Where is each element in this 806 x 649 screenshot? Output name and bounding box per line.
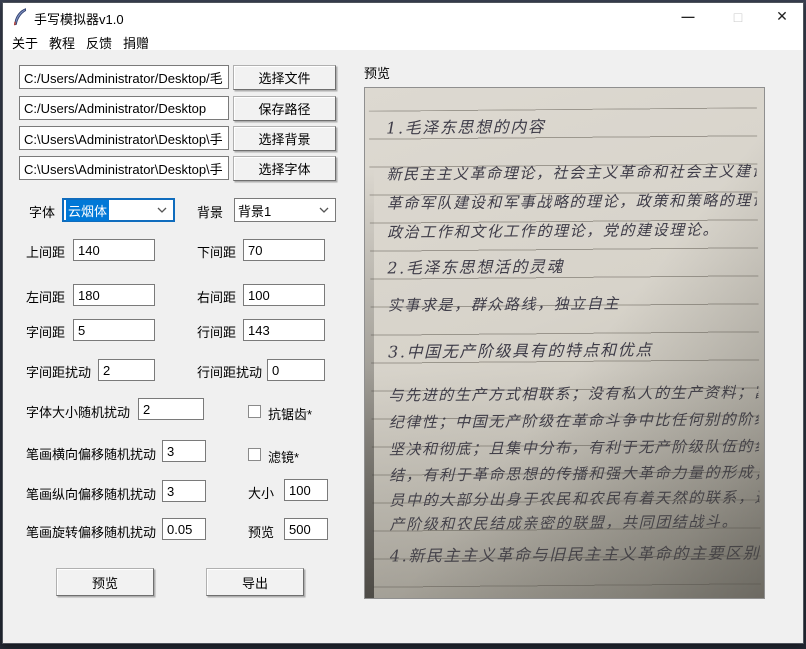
font-select-value: 云烟体 [66,200,109,221]
stroke-rot-jitter-input[interactable] [162,518,206,540]
handwriting-line: 坚决和彻底；且集中分布，有利于无产阶级队伍的组织和团 [389,435,759,459]
right-margin-label: 右间距 [197,287,236,306]
stroke-h-jitter-input[interactable] [162,440,206,462]
bottom-margin-label: 下间距 [197,242,236,261]
handwriting-line: 员中的大部分出身于农民和农民有着天然的联系，这便使无 [389,486,759,510]
handwriting-line: 政治工作和文化工作的理论，党的建设理论。 [387,218,757,242]
close-button[interactable]: ✕ [761,3,803,30]
minimize-button[interactable]: — [667,3,709,30]
char-spacing-input[interactable] [73,319,155,341]
filter-label: 滤镜* [268,447,299,466]
bottom-margin-input[interactable] [243,239,325,261]
chevron-down-icon [319,207,329,213]
handwriting-line: 与先进的生产方式相联系；没有私人的生产资料；富于组织 [388,381,758,405]
line-spacing-input[interactable] [243,319,325,341]
size-input[interactable] [284,479,328,501]
font-file-input[interactable] [19,156,229,180]
char-spacing-label: 字间距 [26,322,65,341]
line-spacing-jitter-label: 行间距扰动 [197,362,262,381]
chevron-down-icon [157,207,167,213]
top-margin-label: 上间距 [26,242,65,261]
maximize-button[interactable]: □ [717,3,759,30]
handwriting-line: 新民主主义革命理论，社会主义革命和社会主义建设理论， [386,160,756,184]
line-spacing-label: 行间距 [197,322,236,341]
handwriting-line: 1.毛泽东思想的内容 [386,111,756,138]
photo-shadow-left [365,168,374,598]
background-select-value: 背景1 [238,201,271,220]
handwriting-line: 产阶级和农民结成亲密的联盟，共同团结战斗。 [389,510,759,534]
font-label: 字体 [29,202,55,221]
client-area: 选择文件 保存路径 选择背景 选择字体 字体 云烟体 背景 背景1 上间距 下间… [3,50,803,643]
font-select[interactable]: 云烟体 [62,198,175,222]
app-window: 手写模拟器v1.0 — □ ✕ 关于 教程 反馈 捐赠 选择文件 保存路径 选择… [2,2,804,644]
line-spacing-jitter-input[interactable] [267,359,325,381]
background-select[interactable]: 背景1 [234,198,336,222]
handwriting-layer: 1.毛泽东思想的内容 新民主主义革命理论，社会主义革命和社会主义建设理论， 革命… [364,87,765,599]
handwriting-line: 3.中国无产阶级具有的特点和优点 [388,335,758,362]
preview-panel-label: 预览 [364,63,390,82]
handwriting-line: 2.毛泽东思想活的灵魂 [387,251,757,278]
font-size-jitter-label: 字体大小随机扰动 [26,402,130,421]
top-margin-input[interactable] [73,239,155,261]
antialias-checkbox[interactable] [248,405,261,418]
menu-bar: 关于 教程 反馈 捐赠 [3,30,803,50]
handwriting-line: 实事求是，群众路线，独立自主 [388,291,758,315]
save-path-button[interactable]: 保存路径 [233,96,336,121]
antialias-label: 抗锯齿* [268,404,312,423]
background-file-input[interactable] [19,126,229,150]
stroke-v-jitter-label: 笔画纵向偏移随机扰动 [26,484,156,503]
handwriting-line: 4.新民主主义革命与旧民主主义革命的主要区别 [390,539,760,566]
font-size-jitter-input[interactable] [138,398,204,420]
window-title: 手写模拟器v1.0 [34,9,124,28]
right-margin-input[interactable] [243,284,325,306]
title-bar[interactable]: 手写模拟器v1.0 — □ ✕ [3,3,803,30]
source-file-input[interactable] [19,65,229,89]
handwriting-line: 革命军队建设和军事战略的理论，政策和策略的理论，思想 [387,189,757,213]
choose-font-button[interactable]: 选择字体 [233,156,336,181]
stroke-v-jitter-input[interactable] [162,480,206,502]
char-spacing-jitter-label: 字间距扰动 [26,362,91,381]
preview-size-label: 预览 [248,522,274,541]
char-spacing-jitter-input[interactable] [98,359,155,381]
export-button[interactable]: 导出 [206,568,304,596]
feather-app-icon [12,8,27,26]
preview-size-input[interactable] [284,518,328,540]
save-path-input[interactable] [19,96,229,120]
left-margin-label: 左间距 [26,287,65,306]
preview-button[interactable]: 预览 [56,568,154,596]
preview-image: 1.毛泽东思想的内容 新民主主义革命理论，社会主义革命和社会主义建设理论， 革命… [364,87,765,599]
stroke-rot-jitter-label: 笔画旋转偏移随机扰动 [26,522,156,541]
left-margin-input[interactable] [73,284,155,306]
handwriting-line: 纪律性；中国无产阶级在革命斗争中比任何别的阶级都来的 [389,408,759,432]
stroke-h-jitter-label: 笔画横向偏移随机扰动 [26,444,156,463]
choose-background-button[interactable]: 选择背景 [233,126,336,151]
handwriting-line: 结，有利于革命思想的传播和强大革命力量的形成；它的成 [389,461,759,485]
size-label: 大小 [248,483,274,502]
filter-checkbox[interactable] [248,448,261,461]
choose-file-button[interactable]: 选择文件 [233,65,336,90]
background-label: 背景 [197,202,223,221]
